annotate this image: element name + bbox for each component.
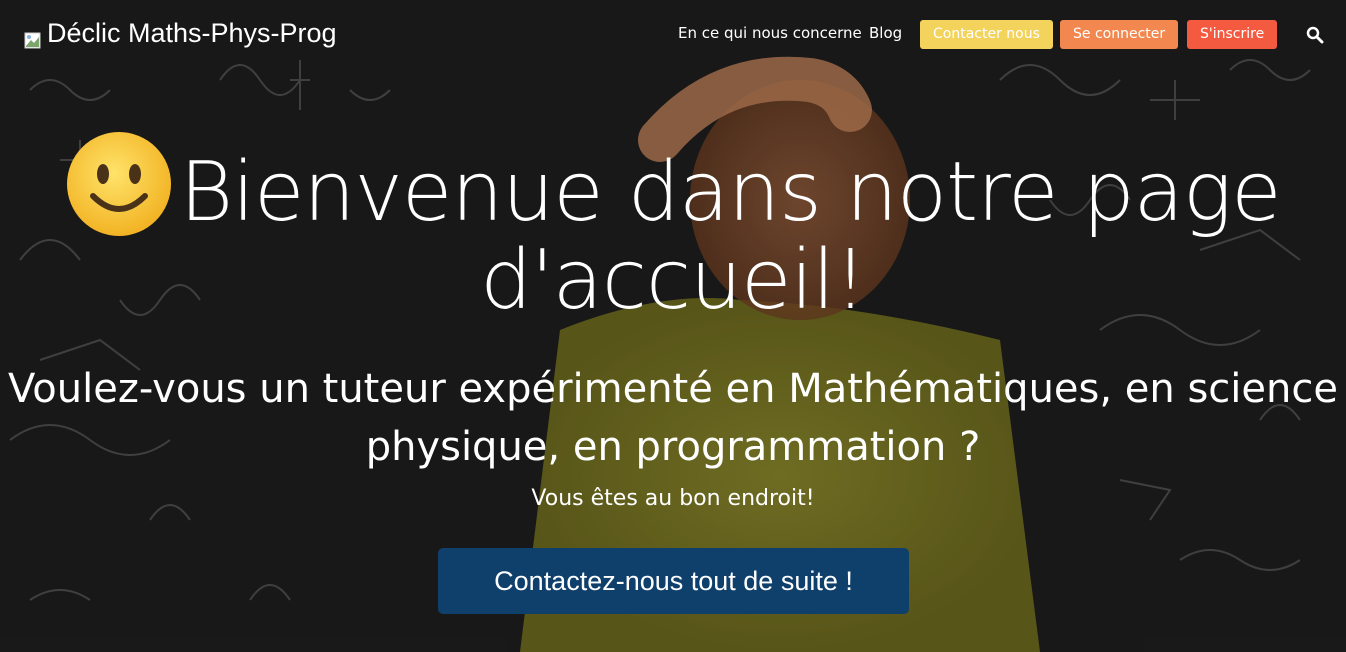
contact-cta-button[interactable]: Contactez-nous tout de suite ! [438, 548, 909, 614]
login-button[interactable]: Se connecter [1060, 20, 1179, 49]
brand-link[interactable]: Déclic Maths-Phys-Prog [24, 18, 337, 49]
signup-button[interactable]: S'inscrire [1187, 20, 1278, 49]
tagline: Vous êtes au bon endroit! [531, 486, 815, 511]
title-line-2: d'accueil! [480, 233, 867, 328]
subtitle-line-2: physique, en programmation ? [365, 424, 981, 470]
broken-image-icon [24, 25, 41, 49]
search-icon[interactable] [1306, 26, 1324, 44]
page-title: Bienvenue dans notre page d'accueil! [0, 130, 1346, 324]
brand-name: Déclic Maths-Phys-Prog [47, 18, 337, 48]
nav-link-about[interactable]: En ce qui nous concerne [678, 24, 862, 42]
subtitle-line-1: Voulez-vous un tuteur expérimenté en Mat… [8, 366, 1338, 412]
smiley-face-icon [65, 130, 173, 238]
top-navbar: Déclic Maths-Phys-Prog En ce qui nous co… [0, 0, 1346, 70]
page-subtitle: Voulez-vous un tuteur expérimenté en Mat… [0, 360, 1346, 476]
contact-button[interactable]: Contacter nous [920, 20, 1053, 49]
nav-link-blog[interactable]: Blog [869, 24, 902, 42]
hero-section: Déclic Maths-Phys-Prog En ce qui nous co… [0, 0, 1346, 652]
title-line-1: Bienvenue dans notre page [179, 145, 1281, 240]
